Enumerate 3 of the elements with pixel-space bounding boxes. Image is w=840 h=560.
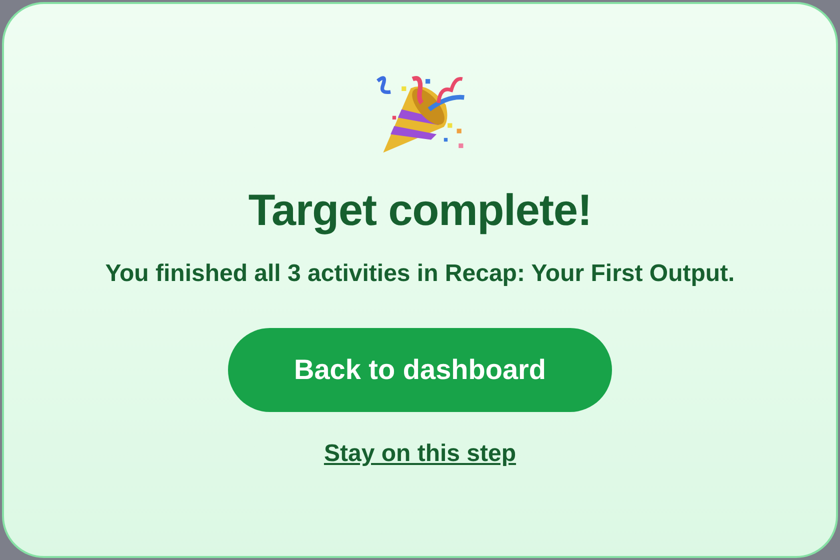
dialog-message: You finished all 3 activities in Recap: Your First Output. [104,259,736,289]
dialog-title: Target complete! [248,186,592,236]
stay-link[interactable]: Stay on this step [324,440,516,468]
